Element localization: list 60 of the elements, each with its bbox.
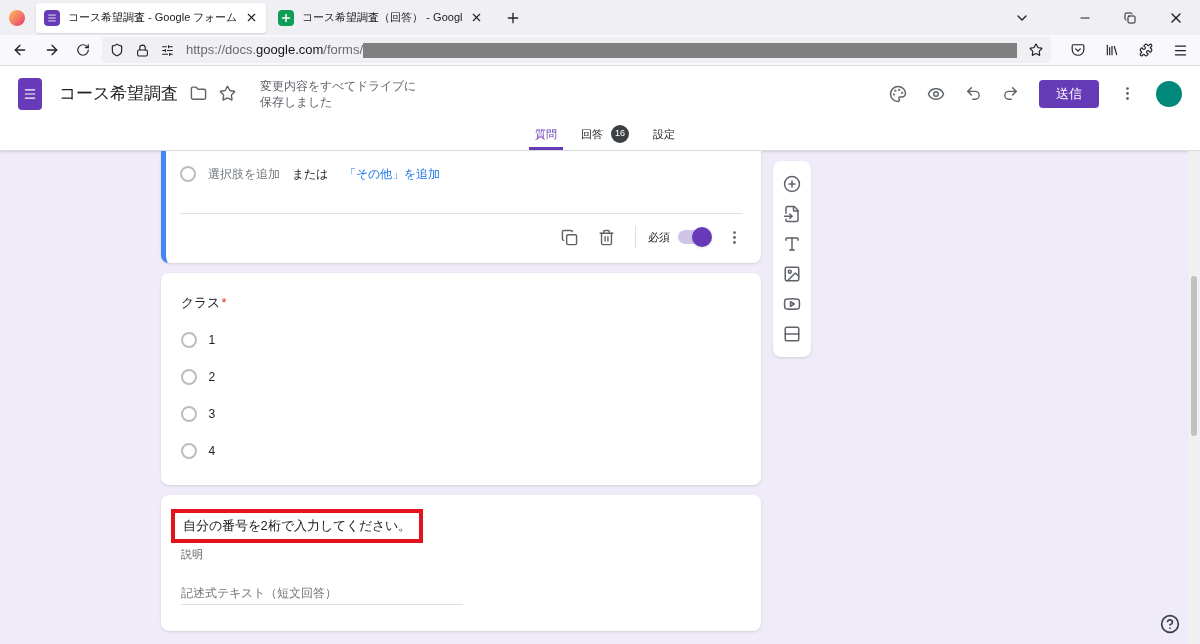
section-icon[interactable]	[782, 325, 801, 343]
restore-icon[interactable]	[1124, 11, 1136, 24]
permissions-icon	[161, 43, 174, 57]
redo-icon[interactable]	[1002, 85, 1019, 102]
title-text-icon[interactable]	[782, 235, 801, 253]
duplicate-icon[interactable]	[560, 228, 578, 246]
browser-tab[interactable]: コース希望調査（回答） - Googl	[270, 2, 492, 33]
question-title: 自分の番号を2桁で入力してください。	[170, 509, 423, 543]
folder-icon[interactable]	[190, 85, 207, 102]
short-answer-field[interactable]: 記述式テキスト（短文回答）	[180, 584, 463, 605]
question-title: クラス	[180, 294, 220, 312]
required-label: 必須	[647, 229, 670, 245]
help-icon[interactable]	[1160, 614, 1180, 634]
address-bar[interactable]: https://docs.google.com/forms/	[102, 37, 1051, 63]
send-button[interactable]: 送信	[1039, 79, 1099, 108]
add-question-icon[interactable]	[782, 175, 801, 193]
undo-icon[interactable]	[965, 85, 982, 102]
option-label: 2	[208, 368, 216, 386]
pocket-icon[interactable]	[1071, 43, 1085, 57]
radio-button[interactable]	[180, 442, 197, 459]
bookmark-star-icon[interactable]	[1029, 43, 1043, 57]
option-label: 3	[208, 405, 216, 423]
library-icon[interactable]	[1105, 43, 1119, 57]
lock-icon	[136, 43, 149, 57]
menu-icon[interactable]	[1173, 42, 1188, 58]
forms-icon	[44, 9, 60, 26]
avatar[interactable]	[1156, 80, 1182, 107]
or-text: または	[291, 166, 328, 183]
save-status: 変更内容をすべてドライブに	[260, 77, 416, 94]
radio-button[interactable]	[180, 331, 197, 348]
radio-button[interactable]	[180, 368, 197, 385]
image-icon[interactable]	[782, 265, 801, 283]
star-icon[interactable]	[219, 85, 236, 102]
video-icon[interactable]	[782, 295, 801, 313]
option-label: 1	[208, 331, 216, 349]
forms-logo-icon[interactable]	[18, 77, 42, 110]
save-status: 保存しました	[260, 93, 333, 110]
back-icon[interactable]	[12, 42, 28, 58]
extensions-icon[interactable]	[1139, 43, 1153, 57]
sheets-icon	[278, 9, 295, 26]
required-mark: *	[221, 294, 227, 312]
radio-button[interactable]	[180, 405, 197, 422]
url-text: https://docs.google.com/forms/	[186, 41, 364, 60]
form-title[interactable]: コース希望調査	[59, 80, 178, 107]
add-option-link[interactable]: 選択肢を追加	[207, 165, 280, 183]
import-icon[interactable]	[782, 205, 801, 223]
forward-icon[interactable]	[44, 42, 60, 58]
add-other-link[interactable]: 「その他」を追加	[343, 165, 440, 183]
reload-icon[interactable]	[76, 43, 90, 57]
palette-icon[interactable]	[889, 84, 907, 103]
delete-icon[interactable]	[597, 228, 615, 246]
firefox-icon[interactable]	[9, 9, 25, 26]
option-label: 4	[208, 442, 216, 460]
radio-button[interactable]	[179, 166, 196, 182]
scrollbar[interactable]	[1188, 151, 1200, 644]
browser-tab[interactable]: コース希望調査 - Google フォーム	[36, 2, 267, 33]
description-placeholder[interactable]: 説明	[180, 545, 751, 562]
nav-tab[interactable]: 設定	[647, 121, 681, 150]
shield-icon	[110, 43, 124, 57]
nav-tab[interactable]: 回答 16	[575, 121, 635, 150]
